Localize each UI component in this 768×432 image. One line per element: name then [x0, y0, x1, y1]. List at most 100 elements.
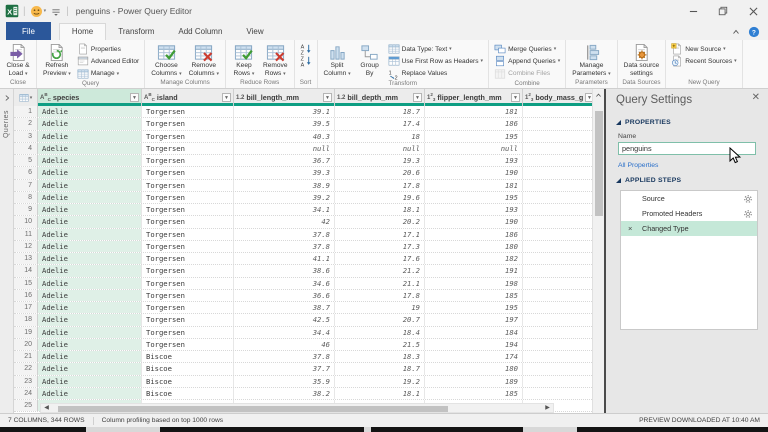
filter-dropdown-icon[interactable]: ▼	[130, 93, 139, 102]
expand-queries-icon[interactable]	[3, 94, 11, 102]
cell[interactable]: Torgersen	[142, 155, 234, 166]
cell[interactable]	[523, 229, 592, 240]
minimize-button[interactable]	[678, 0, 708, 22]
close-button[interactable]	[738, 0, 768, 22]
filter-dropdown-icon[interactable]: ▼	[222, 93, 231, 102]
cell[interactable]	[523, 180, 592, 191]
cell[interactable]	[523, 278, 592, 289]
cell[interactable]: Adelie	[38, 265, 142, 276]
cell[interactable]: Adelie	[38, 229, 142, 240]
cell[interactable]	[523, 118, 592, 129]
cell[interactable]: 17.3	[335, 241, 425, 252]
step-settings[interactable]	[743, 194, 753, 206]
cell[interactable]: 34.6	[234, 278, 335, 289]
button-data-type-text[interactable]: Data Type: Text▾	[386, 43, 485, 55]
cell[interactable]: Torgersen	[142, 106, 234, 117]
cell[interactable]	[523, 143, 592, 154]
applied-step-source[interactable]: Source	[621, 191, 757, 206]
cell[interactable]: 39.3	[234, 167, 335, 178]
cell[interactable]: Adelie	[38, 131, 142, 142]
cell[interactable]: 36.7	[234, 155, 335, 166]
cell[interactable]: 42	[234, 216, 335, 227]
cell[interactable]: Adelie	[38, 241, 142, 252]
cell[interactable]: 189	[425, 376, 523, 387]
button-group-by[interactable]: GroupBy	[355, 42, 385, 79]
cell[interactable]: 21.2	[335, 265, 425, 276]
cell[interactable]: 18.1	[335, 388, 425, 399]
cell[interactable]: 180	[425, 241, 523, 252]
tab-add-column[interactable]: Add Column	[166, 24, 234, 40]
cell[interactable]: 34.1	[234, 204, 335, 215]
cell[interactable]: 190	[425, 167, 523, 178]
cell[interactable]: 17.8	[335, 180, 425, 191]
feedback-smiley-icon[interactable]	[30, 5, 43, 18]
cell[interactable]	[523, 363, 592, 374]
column-header-species[interactable]: ABCspecies▼	[38, 89, 142, 106]
applied-steps-section-header[interactable]: APPLIED STEPS	[616, 177, 681, 184]
cell[interactable]: 174	[425, 351, 523, 362]
row-number[interactable]: 24	[14, 388, 38, 399]
cell[interactable]: Torgersen	[142, 118, 234, 129]
cell[interactable]: 38.6	[234, 265, 335, 276]
cell[interactable]: 19	[335, 302, 425, 313]
select-all-button[interactable]: ▾	[14, 89, 38, 106]
cell[interactable]	[523, 241, 592, 252]
cell[interactable]: 18.4	[335, 327, 425, 338]
cell[interactable]: 18.3	[335, 351, 425, 362]
row-number[interactable]: 4	[14, 143, 38, 154]
queries-pane-collapsed[interactable]: Queries	[0, 89, 14, 413]
cell[interactable]: 193	[425, 204, 523, 215]
cell[interactable]: 191	[425, 265, 523, 276]
filter-dropdown-icon[interactable]: ▼	[323, 93, 332, 102]
cell[interactable]: 18	[335, 131, 425, 142]
all-properties-link[interactable]: All Properties	[618, 162, 658, 169]
cell[interactable]: Torgersen	[142, 229, 234, 240]
button-split-column[interactable]: SplitColumn ▾	[321, 42, 354, 79]
help-icon[interactable]: ?	[748, 26, 760, 38]
cell[interactable]	[523, 216, 592, 227]
button-append-queries[interactable]: Append Queries▾	[492, 55, 562, 67]
button-refresh-preview[interactable]: RefreshPreview ▾	[40, 42, 74, 79]
cell[interactable]: null	[335, 143, 425, 154]
row-number[interactable]: 13	[14, 253, 38, 264]
column-header-bill-length-mm[interactable]: 1.2bill_length_mm▼	[234, 89, 335, 106]
cell[interactable]: Torgersen	[142, 143, 234, 154]
cell[interactable]	[523, 131, 592, 142]
cell[interactable]: 40.3	[234, 131, 335, 142]
cell[interactable]: Torgersen	[142, 216, 234, 227]
row-number[interactable]: 7	[14, 180, 38, 191]
delete-step-icon[interactable]: ×	[628, 225, 632, 233]
cell[interactable]: 198	[425, 278, 523, 289]
cell[interactable]: Adelie	[38, 155, 142, 166]
cell[interactable]: Torgersen	[142, 241, 234, 252]
cell[interactable]: 38.2	[234, 388, 335, 399]
cell[interactable]: Adelie	[38, 204, 142, 215]
cell[interactable]: Adelie	[38, 314, 142, 325]
row-number[interactable]: 3	[14, 131, 38, 142]
cell[interactable]: 182	[425, 253, 523, 264]
row-number[interactable]: 18	[14, 314, 38, 325]
cell[interactable]: 36.6	[234, 290, 335, 301]
row-number[interactable]: 15	[14, 278, 38, 289]
cell[interactable]	[523, 192, 592, 203]
row-number[interactable]: 11	[14, 229, 38, 240]
cell[interactable]: 17.1	[335, 229, 425, 240]
cell[interactable]	[523, 327, 592, 338]
filter-dropdown-icon[interactable]: ▼	[585, 93, 592, 102]
cell[interactable]: Adelie	[38, 106, 142, 117]
row-number[interactable]: 8	[14, 192, 38, 203]
cell[interactable]: 184	[425, 327, 523, 338]
panel-close-icon[interactable]: ✕	[752, 93, 760, 103]
cell[interactable]: Adelie	[38, 339, 142, 350]
row-number[interactable]: 16	[14, 290, 38, 301]
cell[interactable]: Adelie	[38, 143, 142, 154]
cell[interactable]: Adelie	[38, 278, 142, 289]
cell[interactable]: Torgersen	[142, 314, 234, 325]
cell[interactable]: Torgersen	[142, 302, 234, 313]
cell[interactable]: Biscoe	[142, 363, 234, 374]
cell[interactable]: 21.5	[335, 339, 425, 350]
cell[interactable]	[523, 290, 592, 301]
button-close-load[interactable]: Close &Load ▾	[3, 42, 33, 79]
cell[interactable]: Biscoe	[142, 376, 234, 387]
customize-quick-access-icon[interactable]	[50, 5, 62, 17]
